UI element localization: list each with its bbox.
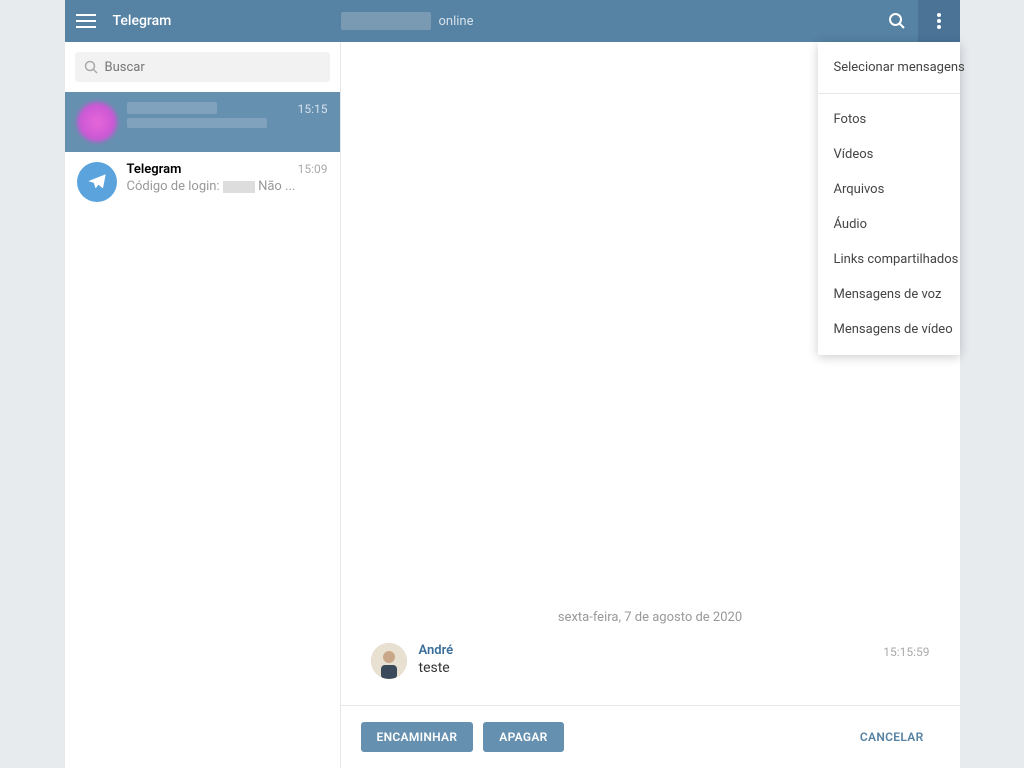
chat-preview-redacted: [127, 118, 267, 128]
search-button[interactable]: [876, 0, 918, 42]
chat-list: 15:15 Telegram Código de login: Não ... …: [65, 92, 340, 768]
chat-preview: Código de login: Não ...: [127, 179, 328, 194]
search-field-icon: [84, 60, 98, 74]
dropdown-photos[interactable]: Fotos: [818, 102, 960, 137]
more-options-button[interactable]: [918, 0, 960, 42]
message-sender: André: [419, 643, 930, 658]
chat-list-item[interactable]: Telegram Código de login: Não ... 15:09: [65, 152, 340, 212]
chat-name-redacted: [127, 102, 217, 114]
contact-name-redacted: [341, 12, 431, 30]
dropdown-voice-messages[interactable]: Mensagens de voz: [818, 277, 960, 312]
dropdown-audio[interactable]: Áudio: [818, 207, 960, 242]
message-avatar: [371, 643, 407, 679]
app-window: Telegram online: [65, 0, 960, 768]
dropdown-select-messages[interactable]: Selecionar mensagens: [818, 50, 960, 85]
dropdown-files[interactable]: Arquivos: [818, 172, 960, 207]
sidebar: 15:15 Telegram Código de login: Não ... …: [65, 42, 341, 768]
delete-button[interactable]: APAGAR: [483, 722, 563, 752]
login-code-redacted: [223, 181, 255, 193]
dropdown-shared-links[interactable]: Links compartilhados: [818, 242, 960, 277]
search-icon: [888, 12, 906, 30]
message-row[interactable]: André teste 15:15:59: [371, 637, 930, 685]
online-status: online: [439, 14, 474, 29]
chat-title-area[interactable]: online: [341, 12, 474, 30]
forward-button[interactable]: ENCAMINHAR: [361, 722, 474, 752]
dropdown-video-messages[interactable]: Mensagens de vídeo: [818, 312, 960, 347]
chat-list-item-active[interactable]: 15:15: [65, 92, 340, 152]
avatar: [77, 102, 117, 142]
menu-button[interactable]: [65, 0, 107, 42]
hamburger-icon: [76, 14, 96, 28]
dropdown-videos[interactable]: Vídeos: [818, 137, 960, 172]
app-title: Telegram: [113, 13, 341, 29]
chat-time: 15:15: [298, 102, 328, 116]
chat-time: 15:09: [298, 162, 328, 176]
date-divider: sexta-feira, 7 de agosto de 2020: [371, 610, 930, 625]
options-dropdown: Selecionar mensagens Fotos Vídeos Arquiv…: [818, 42, 960, 355]
search-input[interactable]: [75, 52, 330, 82]
message-text: teste: [419, 660, 930, 676]
avatar: [77, 162, 117, 202]
header-bar: Telegram online: [65, 0, 960, 42]
message-time: 15:15:59: [883, 645, 929, 659]
kebab-icon: [937, 13, 941, 29]
cancel-button[interactable]: CANCELAR: [844, 722, 940, 752]
selection-action-bar: ENCAMINHAR APAGAR CANCELAR: [341, 705, 960, 768]
telegram-icon: [86, 171, 108, 193]
